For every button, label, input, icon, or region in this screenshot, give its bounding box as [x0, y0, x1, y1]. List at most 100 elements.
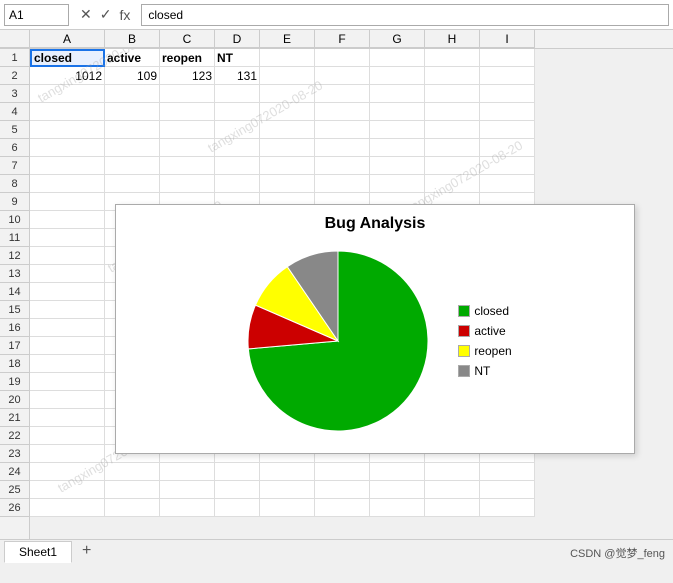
cell-G1[interactable] — [370, 49, 425, 67]
cell-C26[interactable] — [160, 499, 215, 517]
cell-E25[interactable] — [260, 481, 315, 499]
row-num-10[interactable]: 10 — [0, 211, 29, 229]
cell-B3[interactable] — [105, 85, 160, 103]
cell-F8[interactable] — [315, 175, 370, 193]
row-num-20[interactable]: 20 — [0, 391, 29, 409]
cell-D3[interactable] — [215, 85, 260, 103]
cell-A4[interactable] — [30, 103, 105, 121]
col-header-b[interactable]: B — [105, 30, 160, 48]
cell-F7[interactable] — [315, 157, 370, 175]
row-num-5[interactable]: 5 — [0, 121, 29, 139]
cell-A19[interactable] — [30, 373, 105, 391]
row-num-21[interactable]: 21 — [0, 409, 29, 427]
cell-D8[interactable] — [215, 175, 260, 193]
cancel-icon[interactable]: ✕ — [77, 6, 95, 23]
cell-A21[interactable] — [30, 409, 105, 427]
cell-F5[interactable] — [315, 121, 370, 139]
cell-A8[interactable] — [30, 175, 105, 193]
cell-A25[interactable] — [30, 481, 105, 499]
cell-E3[interactable] — [260, 85, 315, 103]
cell-D5[interactable] — [215, 121, 260, 139]
cell-A24[interactable] — [30, 463, 105, 481]
col-header-g[interactable]: G — [370, 30, 425, 48]
cell-A15[interactable] — [30, 301, 105, 319]
cell-H26[interactable] — [425, 499, 480, 517]
cell-D6[interactable] — [215, 139, 260, 157]
cell-G26[interactable] — [370, 499, 425, 517]
row-num-23[interactable]: 23 — [0, 445, 29, 463]
cell-E8[interactable] — [260, 175, 315, 193]
cell-H8[interactable] — [425, 175, 480, 193]
cell-D4[interactable] — [215, 103, 260, 121]
col-header-h[interactable]: H — [425, 30, 480, 48]
cell-I3[interactable] — [480, 85, 535, 103]
row-num-2[interactable]: 2 — [0, 67, 29, 85]
cell-H5[interactable] — [425, 121, 480, 139]
cell-F2[interactable] — [315, 67, 370, 85]
cell-C2[interactable]: 123 — [160, 67, 215, 85]
cell-I2[interactable] — [480, 67, 535, 85]
formula-input[interactable]: closed — [141, 4, 669, 26]
cell-C25[interactable] — [160, 481, 215, 499]
cell-A7[interactable] — [30, 157, 105, 175]
cell-C1[interactable]: reopen — [160, 49, 215, 67]
cell-F26[interactable] — [315, 499, 370, 517]
cell-A26[interactable] — [30, 499, 105, 517]
cell-H4[interactable] — [425, 103, 480, 121]
cell-E5[interactable] — [260, 121, 315, 139]
cell-I7[interactable] — [480, 157, 535, 175]
row-num-22[interactable]: 22 — [0, 427, 29, 445]
cell-G4[interactable] — [370, 103, 425, 121]
confirm-icon[interactable]: ✓ — [97, 6, 115, 23]
row-num-4[interactable]: 4 — [0, 103, 29, 121]
cell-B8[interactable] — [105, 175, 160, 193]
cell-D2[interactable]: 131 — [215, 67, 260, 85]
cell-B24[interactable] — [105, 463, 160, 481]
cell-E24[interactable] — [260, 463, 315, 481]
cell-I26[interactable] — [480, 499, 535, 517]
cell-F4[interactable] — [315, 103, 370, 121]
row-num-6[interactable]: 6 — [0, 139, 29, 157]
cell-A9[interactable] — [30, 193, 105, 211]
row-num-1[interactable]: 1 — [0, 49, 29, 67]
row-num-9[interactable]: 9 — [0, 193, 29, 211]
cell-F25[interactable] — [315, 481, 370, 499]
row-num-13[interactable]: 13 — [0, 265, 29, 283]
row-num-24[interactable]: 24 — [0, 463, 29, 481]
cell-E2[interactable] — [260, 67, 315, 85]
cell-I6[interactable] — [480, 139, 535, 157]
cell-A13[interactable] — [30, 265, 105, 283]
row-num-25[interactable]: 25 — [0, 481, 29, 499]
cell-C3[interactable] — [160, 85, 215, 103]
cell-A10[interactable] — [30, 211, 105, 229]
cell-H1[interactable] — [425, 49, 480, 67]
cell-F24[interactable] — [315, 463, 370, 481]
row-num-16[interactable]: 16 — [0, 319, 29, 337]
cell-I8[interactable] — [480, 175, 535, 193]
cell-E26[interactable] — [260, 499, 315, 517]
row-num-18[interactable]: 18 — [0, 355, 29, 373]
row-num-12[interactable]: 12 — [0, 247, 29, 265]
cell-H24[interactable] — [425, 463, 480, 481]
cell-reference-box[interactable]: A1 — [4, 4, 69, 26]
col-header-d[interactable]: D — [215, 30, 260, 48]
cell-G3[interactable] — [370, 85, 425, 103]
col-header-e[interactable]: E — [260, 30, 315, 48]
cell-B25[interactable] — [105, 481, 160, 499]
row-num-7[interactable]: 7 — [0, 157, 29, 175]
cell-D26[interactable] — [215, 499, 260, 517]
cell-I24[interactable] — [480, 463, 535, 481]
cell-H25[interactable] — [425, 481, 480, 499]
cell-F3[interactable] — [315, 85, 370, 103]
cell-G2[interactable] — [370, 67, 425, 85]
cell-F6[interactable] — [315, 139, 370, 157]
row-num-15[interactable]: 15 — [0, 301, 29, 319]
cell-A1[interactable]: closed — [30, 49, 105, 67]
cell-I5[interactable] — [480, 121, 535, 139]
cell-I4[interactable] — [480, 103, 535, 121]
cell-A6[interactable] — [30, 139, 105, 157]
row-num-26[interactable]: 26 — [0, 499, 29, 517]
cell-H3[interactable] — [425, 85, 480, 103]
cell-A11[interactable] — [30, 229, 105, 247]
cell-D1[interactable]: NT — [215, 49, 260, 67]
